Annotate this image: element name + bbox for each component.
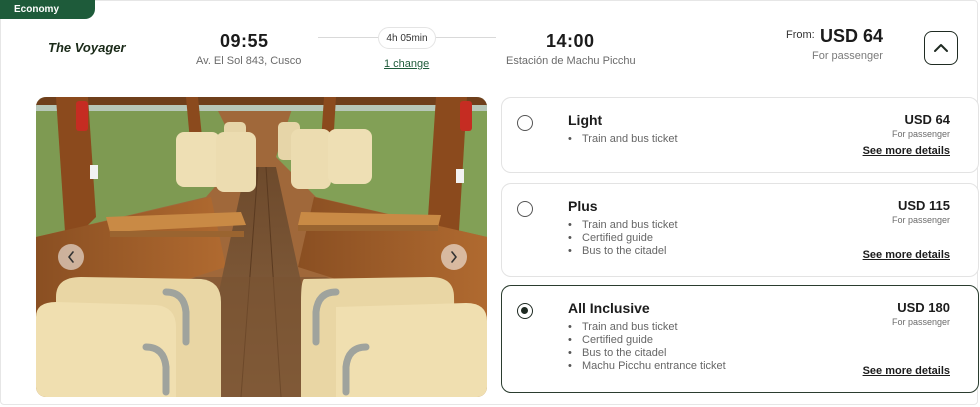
fare-feature: Bus to the citadel: [568, 347, 726, 360]
fare-price: USD 115: [897, 198, 950, 213]
fare-feature: Machu Picchu entrance ticket: [568, 360, 726, 373]
fare-feature: Train and bus ticket: [568, 219, 678, 232]
fare-feature-list: Train and bus ticket Certified guide Bus…: [568, 321, 726, 373]
from-price: USD 64: [820, 26, 884, 46]
fare-option-plus[interactable]: Plus USD 115 For passenger Train and bus…: [501, 183, 979, 277]
fare-feature-list: Train and bus ticket: [568, 133, 678, 146]
fare-feature: Certified guide: [568, 334, 726, 347]
fare-radio-light[interactable]: [517, 115, 533, 131]
fare-feature: Bus to the citadel: [568, 245, 678, 258]
route-line-left: [318, 37, 378, 38]
fare-option-light[interactable]: Light USD 64 For passenger Train and bus…: [501, 97, 979, 173]
departure-station: Av. El Sol 843, Cusco: [196, 55, 302, 67]
class-badge: Economy: [0, 0, 95, 19]
train-name: The Voyager: [48, 40, 126, 55]
departure-time: 09:55: [220, 31, 269, 51]
chevron-right-icon: [451, 251, 457, 263]
fare-price-sub: For passenger: [891, 317, 950, 327]
fare-radio-all-inclusive[interactable]: [517, 303, 533, 319]
chevron-left-icon: [68, 251, 74, 263]
fare-option-all-inclusive[interactable]: All Inclusive USD 180 For passenger Trai…: [501, 285, 979, 393]
train-interior-photo: [36, 97, 487, 397]
see-more-details-link[interactable]: See more details: [863, 145, 950, 157]
fare-feature-list: Train and bus ticket Certified guide Bus…: [568, 219, 678, 258]
see-more-details-link[interactable]: See more details: [863, 365, 950, 377]
see-more-details-link[interactable]: See more details: [863, 249, 950, 261]
fare-price-sub: For passenger: [891, 215, 950, 225]
collapse-button[interactable]: [924, 31, 958, 65]
fare-price: USD 64: [904, 112, 950, 127]
changes-link[interactable]: 1 change: [384, 58, 429, 70]
from-label: From:: [786, 29, 815, 41]
duration-pill: 4h 05min: [378, 27, 436, 49]
fare-feature: Train and bus ticket: [568, 133, 678, 146]
from-price-sub: For passenger: [812, 50, 883, 62]
fare-name: Plus: [568, 198, 598, 214]
carousel-next-button[interactable]: [441, 244, 467, 270]
arrival-time: 14:00: [546, 31, 595, 51]
carousel-prev-button[interactable]: [58, 244, 84, 270]
fare-price-sub: For passenger: [891, 129, 950, 139]
fare-radio-plus[interactable]: [517, 201, 533, 217]
fare-name: All Inclusive: [568, 300, 650, 316]
chevron-up-icon: [934, 44, 948, 52]
route-line-right: [436, 37, 496, 38]
fare-feature: Certified guide: [568, 232, 678, 245]
fare-feature: Train and bus ticket: [568, 321, 726, 334]
fare-name: Light: [568, 112, 603, 128]
fare-price: USD 180: [897, 300, 950, 315]
arrival-station: Estación de Machu Picchu: [506, 55, 636, 67]
